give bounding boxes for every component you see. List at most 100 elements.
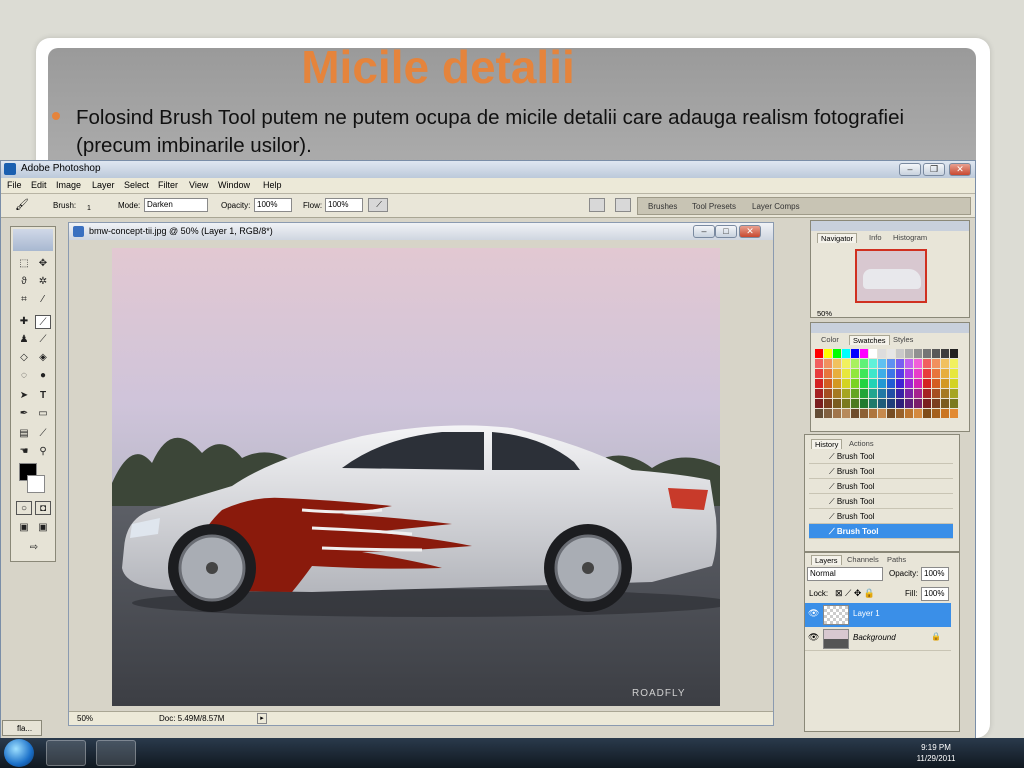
swatch[interactable] [923,389,931,398]
swatch[interactable] [833,389,841,398]
healing-icon[interactable]: ✚ [16,315,32,329]
swatch[interactable] [914,409,922,418]
swatches-panel-bar[interactable] [811,323,969,333]
swatch[interactable] [824,389,832,398]
swatch[interactable] [950,359,958,368]
swatch[interactable] [914,359,922,368]
taskbar-clock[interactable]: 9:19 PM 11/29/2011 [904,742,968,764]
slice-icon[interactable]: ⁄ [35,293,51,307]
swatch[interactable] [878,359,886,368]
fullscreen-mode-icon[interactable]: ▣ [35,521,51,535]
ie-icon[interactable] [96,740,136,766]
navigator-panel-bar[interactable] [811,221,969,231]
swatch[interactable] [923,369,931,378]
brush-icon[interactable]: ⟋ [35,315,51,329]
history-item[interactable]: ⟋ Brush Tool [809,464,953,479]
swatch[interactable] [887,369,895,378]
swatch[interactable] [932,359,940,368]
swatch[interactable] [932,389,940,398]
swatch[interactable] [896,369,904,378]
tab-info[interactable]: Info [869,233,882,242]
swatch-grid[interactable] [815,349,959,419]
tab-styles[interactable]: Styles [893,335,913,344]
swatch[interactable] [950,409,958,418]
swatch[interactable] [950,379,958,388]
minimize-button[interactable]: – [899,163,921,176]
doc-maximize-button[interactable]: □ [715,225,737,238]
swatch[interactable] [932,369,940,378]
swatch[interactable] [815,359,823,368]
swatch[interactable] [833,399,841,408]
swatch[interactable] [842,349,850,358]
zoom-level[interactable]: 50% [77,714,93,723]
lock-options-icon[interactable]: ⊠ ⟋ ✥ 🔒 [835,588,875,599]
swatch[interactable] [842,409,850,418]
swatch[interactable] [860,379,868,388]
crop-icon[interactable]: ⌗ [16,293,32,307]
menu-image[interactable]: Image [56,180,81,190]
swatch[interactable] [824,409,832,418]
swatch[interactable] [887,349,895,358]
swatch[interactable] [941,389,949,398]
swatch[interactable] [887,399,895,408]
tab-history[interactable]: History [811,439,843,449]
file-browser-icon[interactable] [589,198,605,212]
swatch[interactable] [815,369,823,378]
doc-close-button[interactable]: ✕ [739,225,761,238]
move-icon[interactable]: ✥ [35,257,51,271]
swatch[interactable] [833,379,841,388]
menu-filter[interactable]: Filter [158,180,178,190]
history-item[interactable]: ⟋ Brush Tool [809,449,953,464]
swatch[interactable] [851,379,859,388]
path-selection-icon[interactable]: ➤ [16,389,32,403]
tab-layers[interactable]: Layers [811,555,842,565]
paint-bucket-icon[interactable]: ◈ [35,351,51,365]
swatch[interactable] [941,349,949,358]
menu-edit[interactable]: Edit [31,180,47,190]
swatch[interactable] [887,359,895,368]
brush-size[interactable]: 1 [87,205,91,212]
menu-window[interactable]: Window [218,180,250,190]
swatch[interactable] [869,389,877,398]
swatch[interactable] [950,389,958,398]
swatch[interactable] [941,409,949,418]
layer-opacity-input[interactable]: 100% [921,567,949,581]
swatch[interactable] [905,359,913,368]
swatch[interactable] [905,389,913,398]
menu-view[interactable]: View [189,180,208,190]
swatch[interactable] [815,409,823,418]
layer-row-background[interactable]: 👁 Background 🔒 [805,627,951,651]
history-brush-icon[interactable]: ⟋ [35,333,51,347]
swatch[interactable] [887,409,895,418]
toolbox-header[interactable] [13,229,53,251]
swatch[interactable] [851,399,859,408]
navigator-zoom[interactable]: 50% [817,309,832,318]
shape-icon[interactable]: ▭ [35,407,51,421]
eye-icon[interactable]: 👁 [808,632,819,643]
swatch[interactable] [815,399,823,408]
tab-paths[interactable]: Paths [887,555,906,564]
swatch[interactable] [824,379,832,388]
windows-start-icon[interactable] [4,739,34,767]
hand-icon[interactable]: ☚ [16,445,32,459]
blur-icon[interactable]: ◌ [16,369,32,383]
type-icon[interactable]: T [35,389,51,403]
swatch[interactable] [887,389,895,398]
swatch[interactable] [860,359,868,368]
swatch[interactable] [896,389,904,398]
screen-mode-icon[interactable]: ▣ [16,521,32,535]
swatch[interactable] [941,399,949,408]
swatch[interactable] [860,399,868,408]
tab-layer-comps[interactable]: Layer Comps [752,202,800,211]
swatch[interactable] [851,409,859,418]
notes-icon[interactable]: ▤ [16,427,32,441]
swatch[interactable] [905,399,913,408]
lasso-icon[interactable]: ϑ [16,275,32,289]
eyedropper-icon[interactable]: ⟋ [35,427,51,441]
pen-icon[interactable]: ✒ [16,407,32,421]
tab-channels[interactable]: Channels [847,555,879,564]
swatch[interactable] [905,349,913,358]
swatch[interactable] [923,399,931,408]
swatch[interactable] [887,379,895,388]
swatch[interactable] [905,369,913,378]
